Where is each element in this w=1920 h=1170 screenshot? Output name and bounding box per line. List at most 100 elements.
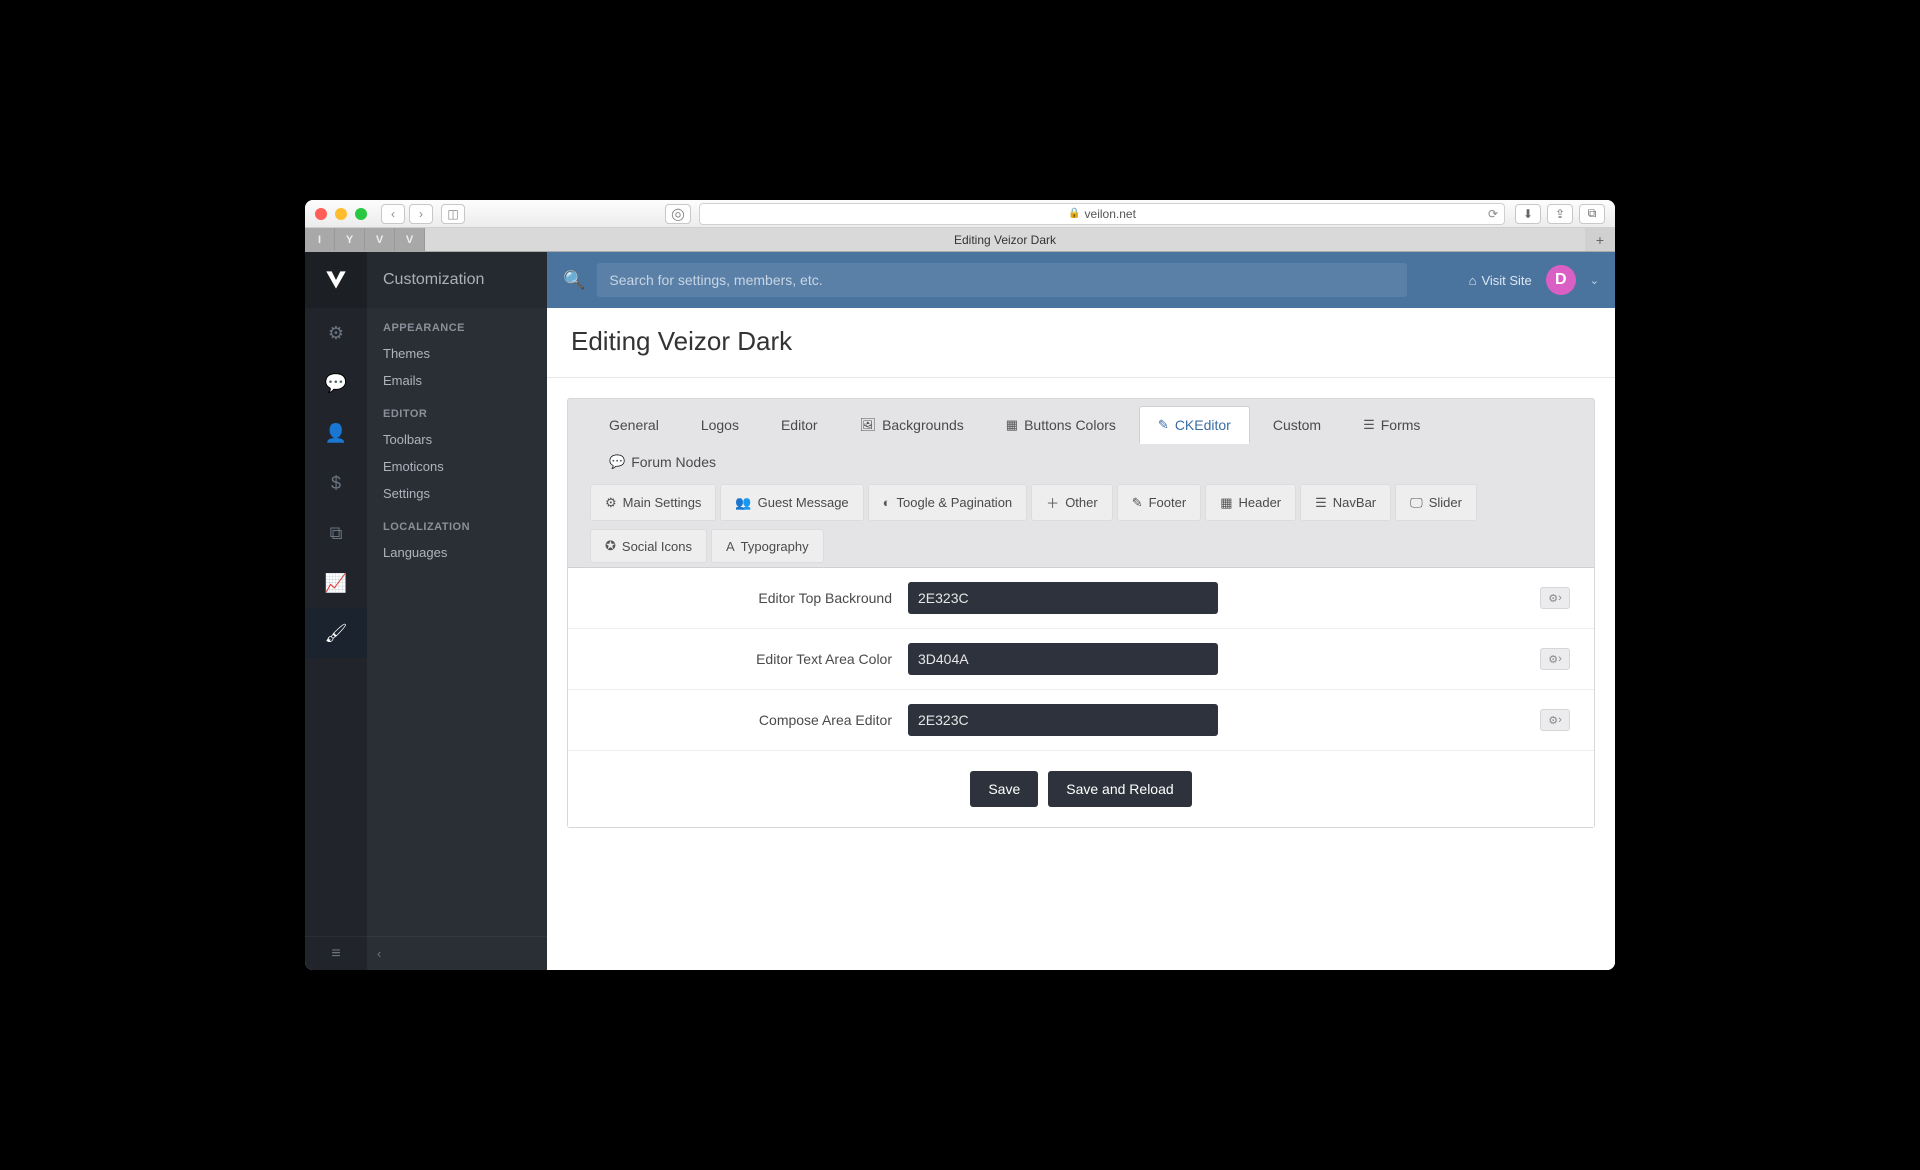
sidebar-item-emails[interactable]: Emails	[367, 367, 547, 394]
new-tab-button[interactable]: +	[1585, 228, 1615, 251]
field-options-button[interactable]: ⚙›	[1540, 709, 1570, 731]
editor-text-area-color-input[interactable]	[908, 643, 1218, 675]
close-window-button[interactable]	[315, 208, 327, 220]
back-button[interactable]: ‹	[381, 204, 405, 224]
gear-icon: ⚙	[1548, 592, 1558, 605]
browser-window: ‹ › ◫ ◎ 🔒 veilon.net ⟳ ⬇ ⇪ ⧉ I Y V V Edi…	[305, 200, 1615, 970]
form-icon: ☰	[1363, 417, 1375, 433]
main-area: 🔍 ⌂ Visit Site D ⌄ Editing Veizor Dark	[547, 252, 1615, 970]
share-icon[interactable]: ⇪	[1547, 204, 1573, 224]
subtab-main-settings[interactable]: ⚙Main Settings	[590, 484, 716, 521]
sidebar-item-settings[interactable]: Settings	[367, 480, 547, 507]
tab-general[interactable]: General	[590, 405, 678, 443]
chat-icon[interactable]: 💬	[305, 358, 367, 408]
side-section-heading: APPEARANCE	[367, 308, 547, 340]
tab-forms[interactable]: ☰Forms	[1344, 405, 1439, 443]
subtab-typography[interactable]: ATypography	[711, 529, 824, 563]
subtab-social-icons[interactable]: ✪Social Icons	[590, 529, 707, 563]
subtab-footer[interactable]: ✎Footer	[1117, 484, 1201, 521]
search-icon[interactable]: 🔍	[563, 270, 585, 291]
primary-tabs: General Logos Editor 🖼Backgrounds ▦Butto…	[568, 399, 1594, 480]
topbar: 🔍 ⌂ Visit Site D ⌄	[547, 252, 1615, 308]
chart-icon[interactable]: 📈	[305, 558, 367, 608]
hamburger-icon[interactable]: ≡	[305, 936, 367, 970]
avatar[interactable]: D	[1546, 265, 1576, 295]
gear-icon: ⚙	[1548, 714, 1558, 727]
cog-icon: ⚙	[605, 495, 617, 511]
grid-icon: ▦	[1220, 495, 1232, 511]
image-icon: 🖼	[860, 417, 877, 433]
tab-ckeditor[interactable]: ✎CKEditor	[1139, 406, 1250, 444]
side-panel-title: Customization	[367, 252, 547, 308]
save-button[interactable]: Save	[970, 771, 1038, 807]
copy-icon[interactable]: ⧉	[305, 508, 367, 558]
home-icon: ⌂	[1469, 273, 1477, 288]
actions: Save Save and Reload	[568, 751, 1594, 827]
font-icon: A	[726, 539, 735, 554]
toggle-icon: ◐	[883, 495, 891, 510]
chevron-down-icon[interactable]: ⌄	[1590, 274, 1599, 287]
field-options-button[interactable]: ⚙›	[1540, 587, 1570, 609]
user-icon[interactable]: 👤	[305, 408, 367, 458]
visit-site-label: Visit Site	[1481, 273, 1531, 288]
browser-tab[interactable]: Editing Veizor Dark	[425, 228, 1585, 251]
visit-site-link[interactable]: ⌂ Visit Site	[1469, 273, 1532, 288]
sidebar-item-toolbars[interactable]: Toolbars	[367, 426, 547, 453]
app-logo[interactable]	[305, 252, 367, 308]
field-label: Editor Text Area Color	[592, 651, 892, 667]
tab-backgrounds[interactable]: 🖼Backgrounds	[841, 405, 983, 443]
subtab-slider[interactable]: 🖵Slider	[1395, 484, 1477, 521]
field-row: Editor Top Backround ⚙›	[568, 568, 1594, 629]
field-label: Compose Area Editor	[592, 712, 892, 728]
tab-logos[interactable]: Logos	[682, 405, 758, 443]
side-panel: Customization APPEARANCE Themes Emails E…	[367, 252, 547, 970]
pinned-tab[interactable]: V	[395, 228, 425, 251]
reload-icon[interactable]: ⟳	[1488, 207, 1498, 221]
window-controls	[315, 208, 367, 220]
plus-icon: ＋	[1046, 493, 1059, 512]
tabs-icon[interactable]: ⧉	[1579, 204, 1605, 224]
monitor-icon: 🖵	[1410, 495, 1423, 511]
sidebar-item-themes[interactable]: Themes	[367, 340, 547, 367]
subtab-guest-message[interactable]: 👥Guest Message	[720, 484, 863, 521]
maximize-window-button[interactable]	[355, 208, 367, 220]
url-host: veilon.net	[1085, 207, 1136, 221]
subtab-toggle-pagination[interactable]: ◐Toogle & Pagination	[868, 484, 1028, 521]
tab-buttons-colors[interactable]: ▦Buttons Colors	[987, 405, 1135, 443]
forward-button[interactable]: ›	[409, 204, 433, 224]
side-section-heading: LOCALIZATION	[367, 507, 547, 539]
page-header: Editing Veizor Dark	[547, 308, 1615, 378]
tab-editor[interactable]: Editor	[762, 405, 837, 443]
compose-area-editor-input[interactable]	[908, 704, 1218, 736]
search-input[interactable]	[597, 263, 1407, 297]
sidebar-item-languages[interactable]: Languages	[367, 539, 547, 566]
privacy-report-icon[interactable]: ◎	[665, 204, 691, 224]
pinned-tab[interactable]: V	[365, 228, 395, 251]
tab-forum-nodes[interactable]: 💬Forum Nodes	[590, 443, 735, 480]
save-reload-button[interactable]: Save and Reload	[1048, 771, 1191, 807]
app-root: ⚙ 💬 👤 $ ⧉ 📈 🖌 ≡ Customization APPEARANCE…	[305, 252, 1615, 970]
minimize-window-button[interactable]	[335, 208, 347, 220]
subtab-other[interactable]: ＋Other	[1031, 484, 1113, 521]
sidebar-toggle-button[interactable]: ◫	[441, 204, 465, 224]
editor-top-background-input[interactable]	[908, 582, 1218, 614]
address-bar[interactable]: 🔒 veilon.net ⟳	[699, 203, 1505, 225]
dollar-icon[interactable]: $	[305, 458, 367, 508]
content: General Logos Editor 🖼Backgrounds ▦Butto…	[547, 378, 1615, 970]
brush-icon[interactable]: 🖌	[305, 608, 367, 658]
field-options-button[interactable]: ⚙›	[1540, 648, 1570, 670]
pinned-tab[interactable]: Y	[335, 228, 365, 251]
grid-icon: ▦	[1006, 417, 1018, 433]
subtab-header[interactable]: ▦Header	[1205, 484, 1296, 521]
downloads-icon[interactable]: ⬇	[1515, 204, 1541, 224]
tab-custom[interactable]: Custom	[1254, 405, 1340, 443]
edit-icon: ✎	[1158, 417, 1169, 433]
collapse-panel-button[interactable]: ‹	[367, 936, 547, 970]
subtab-navbar[interactable]: ☰NavBar	[1300, 484, 1391, 521]
pinned-tab[interactable]: I	[305, 228, 335, 251]
browser-tabbar: I Y V V Editing Veizor Dark +	[305, 228, 1615, 252]
sidebar-item-emoticons[interactable]: Emoticons	[367, 453, 547, 480]
users-icon: 👥	[735, 495, 751, 511]
share-icon: ✪	[605, 538, 616, 554]
gears-icon[interactable]: ⚙	[305, 308, 367, 358]
